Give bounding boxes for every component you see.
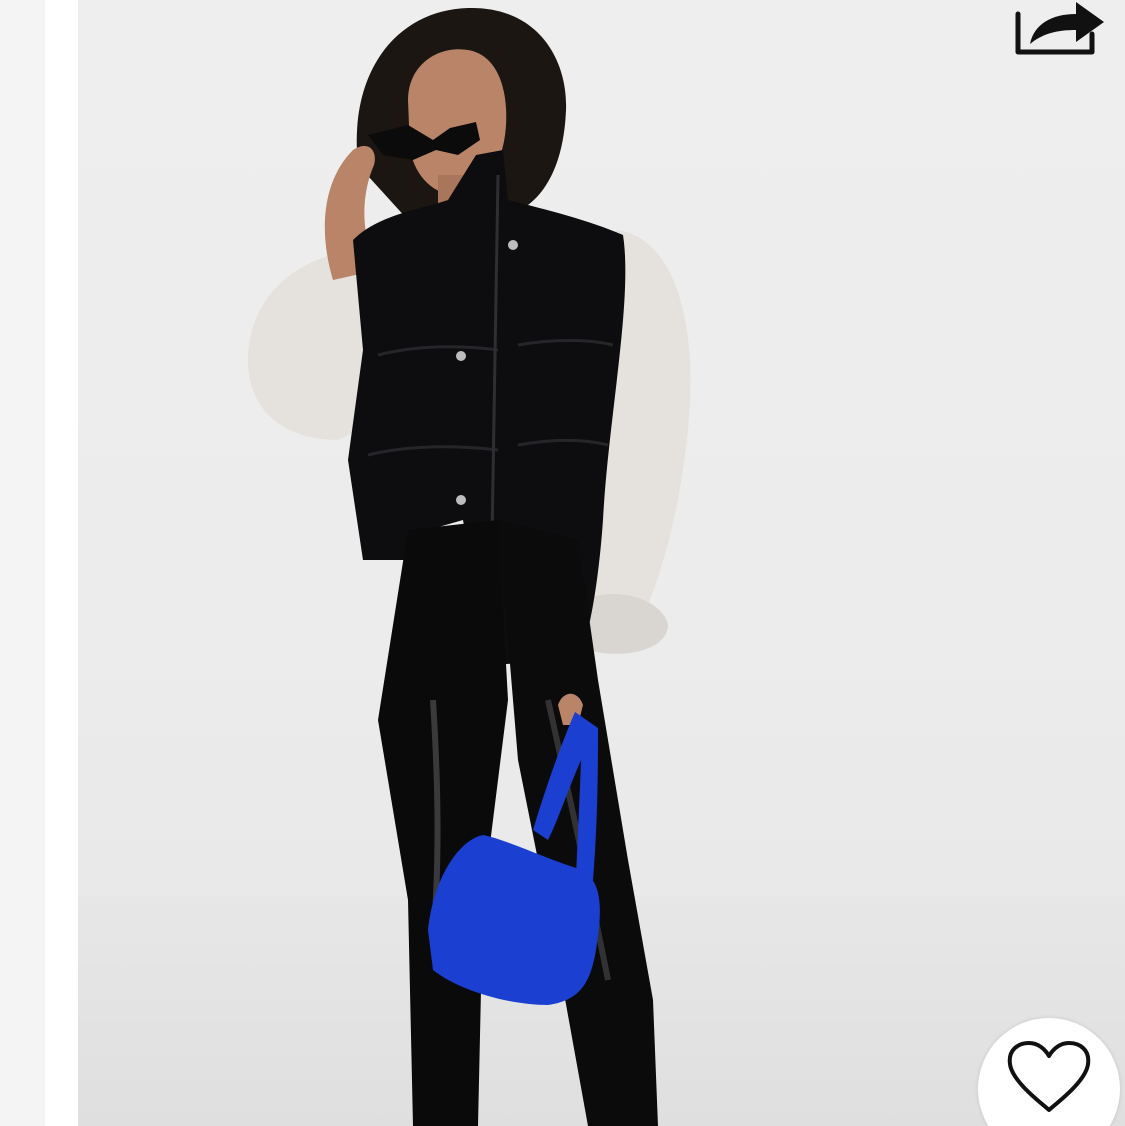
product-screen	[0, 0, 1125, 1126]
pants-left-leg	[378, 520, 508, 1126]
vest-snap-1	[508, 240, 518, 250]
share-button[interactable]	[1012, 0, 1112, 62]
vest-snap-3	[456, 495, 466, 505]
previous-image-edge[interactable]	[0, 0, 45, 1126]
vest-snap-2	[456, 351, 466, 361]
heart-outline-icon	[1007, 1041, 1091, 1112]
image-gutter	[45, 0, 78, 1126]
model-illustration	[248, 7, 691, 1126]
cuff-right	[583, 594, 668, 654]
product-photo[interactable]	[78, 0, 1125, 1126]
share-arrow-icon	[1015, 2, 1104, 55]
